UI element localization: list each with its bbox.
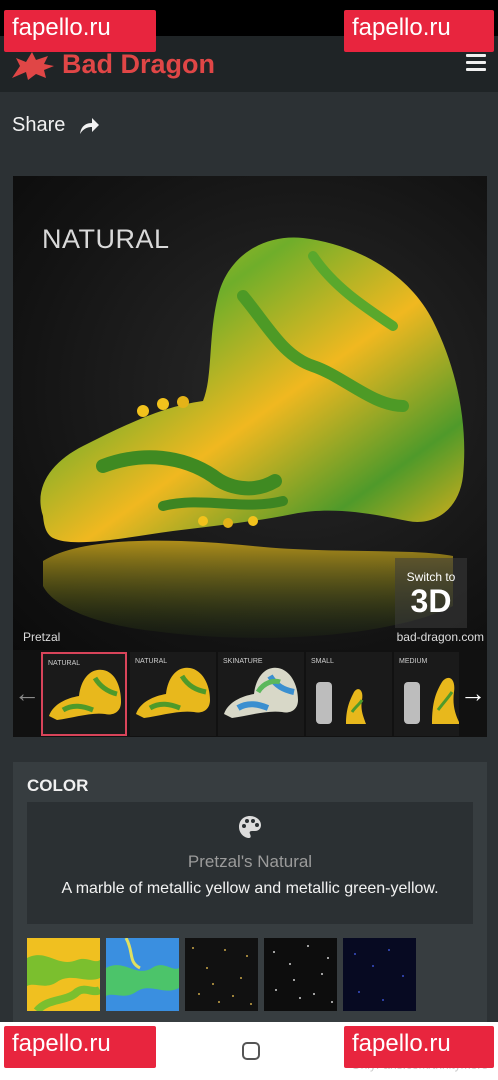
dragon-logo-icon[interactable]	[10, 48, 56, 82]
color-section: COLOR Pretzal's Natural A marble of meta…	[13, 762, 487, 1022]
switch-3d-small-label: Switch to	[406, 570, 456, 584]
color-heading: COLOR	[27, 776, 89, 795]
thumbnail[interactable]: SKINATURE	[218, 652, 304, 736]
thumbnail-label: NATURAL	[135, 658, 168, 665]
color-description: A marble of metallic yellow and metallic…	[61, 880, 439, 897]
switch-to-3d-button[interactable]: Switch to 3D	[395, 558, 467, 628]
share-arrow-icon	[79, 117, 99, 134]
thumbnail[interactable]: NATURAL	[41, 652, 127, 736]
image-product-name: Pretzal	[23, 630, 61, 644]
color-swatch[interactable]	[264, 938, 337, 1011]
thumbnail[interactable]: NATURAL	[130, 652, 216, 736]
thumbnail-label: SMALL	[311, 658, 334, 665]
thumbnail-label: NATURAL	[48, 660, 81, 667]
color-info-panel: Pretzal's Natural A marble of metallic y…	[27, 802, 473, 924]
thumbnail-label: MEDIUM	[399, 658, 428, 665]
thumbnail-list: NATURAL NATURAL SKINATURE SMALL MEDIUM	[41, 650, 459, 737]
brand-logo-text[interactable]: Bad Dragon	[62, 49, 215, 80]
product-image[interactable]: NATURAL Switch to 3D Pretzal bad-dragon.…	[13, 176, 487, 650]
color-swatch[interactable]	[106, 938, 179, 1011]
watermark-badge: fapello.ru	[344, 1026, 494, 1068]
image-site-credit: bad-dragon.com	[396, 630, 484, 644]
arrow-right-icon[interactable]: →	[459, 650, 487, 737]
home-button-icon[interactable]	[242, 1042, 260, 1060]
thumbnail-carousel: ← NATURAL NATURAL SKINATURE SMALL MEDIUM…	[13, 650, 487, 737]
thumbnail[interactable]: SMALL	[306, 652, 392, 736]
switch-3d-big-label: 3D	[410, 583, 452, 619]
watermark-badge: fapello.ru	[4, 10, 156, 52]
menu-icon[interactable]	[466, 54, 486, 72]
thumbnail[interactable]: MEDIUM	[394, 652, 459, 736]
watermark-badge: fapello.ru	[4, 1026, 156, 1068]
thumbnail-label: SKINATURE	[223, 658, 263, 665]
share-label: Share	[12, 114, 66, 136]
share-button[interactable]: Share	[12, 114, 100, 142]
palette-icon	[239, 816, 261, 838]
color-swatch[interactable]	[27, 938, 100, 1011]
color-swatch[interactable]	[343, 938, 416, 1011]
color-swatch-list	[27, 938, 473, 1014]
color-name: Pretzal's Natural	[187, 852, 313, 871]
variant-caption: NATURAL	[42, 224, 170, 254]
color-swatch[interactable]	[185, 938, 258, 1011]
arrow-left-icon[interactable]: ←	[13, 650, 41, 737]
watermark-badge: fapello.ru	[344, 10, 494, 52]
